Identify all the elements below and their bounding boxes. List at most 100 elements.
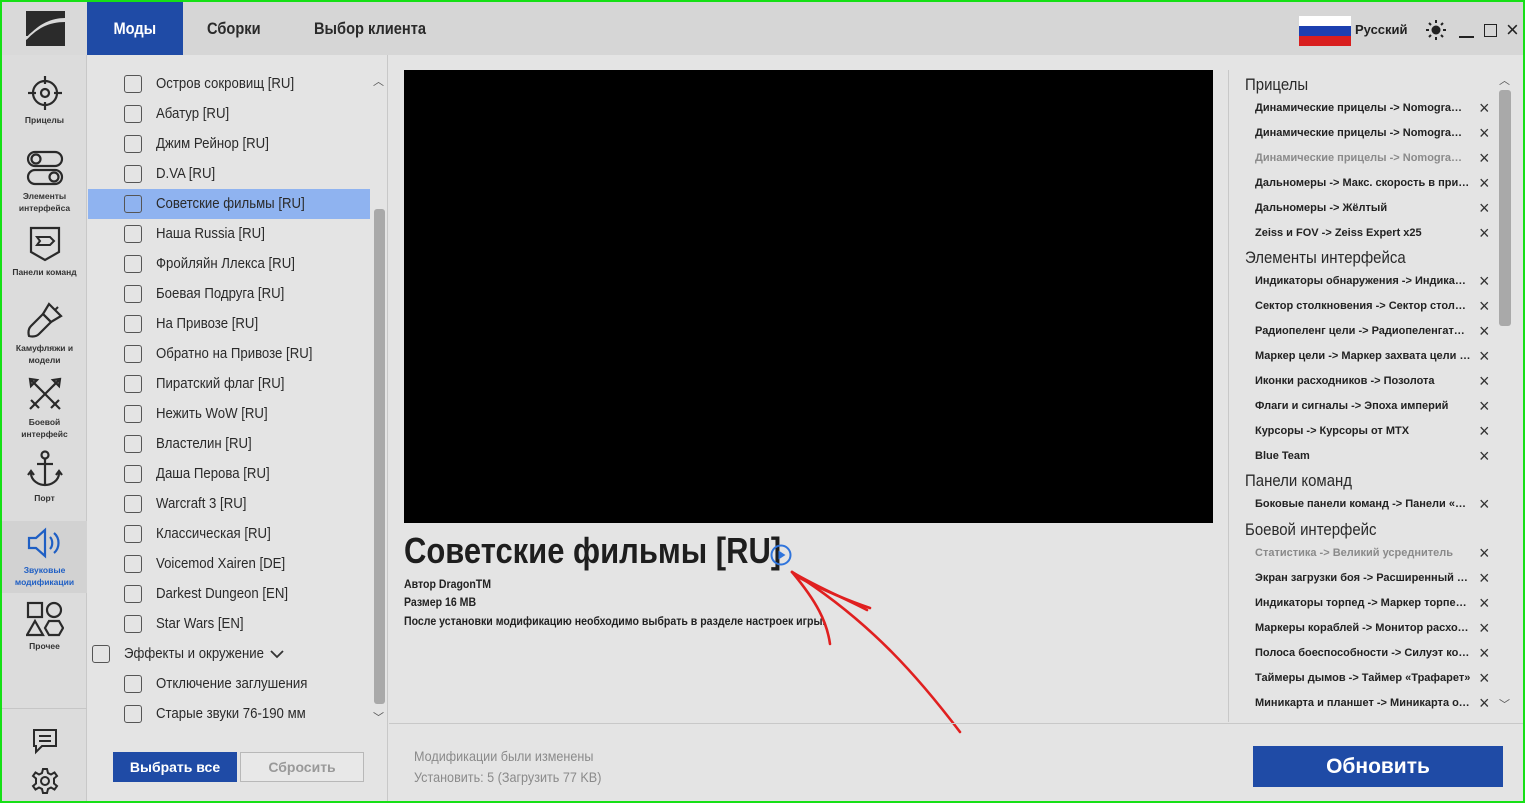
nav-item-sights[interactable]: Прицелы: [2, 75, 87, 126]
status-bar: Модификации были изменены Установить: 5 …: [389, 723, 1523, 801]
remove-icon[interactable]: ×: [1479, 644, 1490, 662]
list-item[interactable]: Warcraft 3 [RU]: [88, 489, 370, 519]
scroll-up-icon[interactable]: ︿: [373, 73, 384, 89]
checkbox[interactable]: [124, 615, 142, 633]
list-item[interactable]: Властелин [RU]: [88, 429, 370, 459]
checkbox[interactable]: [124, 345, 142, 363]
summary-scrollbar[interactable]: ︿ ﹀: [1498, 72, 1512, 712]
checkbox[interactable]: [124, 315, 142, 333]
summary-item: Таймеры дымов -> Таймер «Трафарет»: [1255, 672, 1471, 684]
remove-icon[interactable]: ×: [1479, 149, 1490, 167]
checkbox[interactable]: [124, 435, 142, 453]
checkbox[interactable]: [124, 225, 142, 243]
checkbox[interactable]: [124, 525, 142, 543]
select-all-button[interactable]: Выбрать все: [113, 752, 237, 782]
checkbox[interactable]: [124, 105, 142, 123]
list-item[interactable]: Джим Рейнор [RU]: [88, 129, 370, 159]
remove-icon[interactable]: ×: [1479, 372, 1490, 390]
reset-button[interactable]: Сбросить: [240, 752, 364, 782]
nav-item-camouflage[interactable]: Камуфляжи и модели: [2, 301, 87, 366]
checkbox[interactable]: [92, 645, 110, 663]
nav-item-command-panels[interactable]: Панели команд: [2, 225, 87, 278]
language-selector[interactable]: Русский: [1355, 22, 1408, 37]
remove-icon[interactable]: ×: [1479, 669, 1490, 687]
scroll-down-icon[interactable]: ﹀: [1499, 696, 1510, 712]
close-window-icon[interactable]: ×: [1506, 19, 1519, 41]
remove-icon[interactable]: ×: [1479, 544, 1490, 562]
remove-icon[interactable]: ×: [1479, 447, 1490, 465]
remove-icon[interactable]: ×: [1479, 272, 1490, 290]
video-preview[interactable]: [404, 70, 1213, 523]
remove-icon[interactable]: ×: [1479, 322, 1490, 340]
nav-item-battle-interface[interactable]: Боевой интерфейс: [2, 375, 87, 440]
list-item[interactable]: Остров сокровищ [RU]: [88, 69, 370, 99]
scroll-thumb[interactable]: [374, 209, 385, 704]
checkbox[interactable]: [124, 285, 142, 303]
list-item-selected[interactable]: Советские фильмы [RU]: [88, 189, 370, 219]
maximize-icon[interactable]: [1484, 24, 1497, 37]
list-scrollbar[interactable]: ︿ ﹀: [371, 69, 388, 725]
checkbox[interactable]: [124, 495, 142, 513]
checkbox[interactable]: [124, 405, 142, 423]
list-item[interactable]: Наша Russia [RU]: [88, 219, 370, 249]
list-item[interactable]: Абатур [RU]: [88, 99, 370, 129]
list-item[interactable]: Фройляйн Ллекса [RU]: [88, 249, 370, 279]
checkbox[interactable]: [124, 585, 142, 603]
list-item[interactable]: D.VA [RU]: [88, 159, 370, 189]
remove-icon[interactable]: ×: [1479, 594, 1490, 612]
checkbox[interactable]: [124, 75, 142, 93]
checkbox[interactable]: [124, 255, 142, 273]
remove-icon[interactable]: ×: [1479, 124, 1490, 142]
checkbox[interactable]: [124, 375, 142, 393]
update-button[interactable]: Обновить: [1253, 746, 1503, 787]
theme-toggle-icon[interactable]: [1425, 19, 1447, 46]
minimize-icon[interactable]: [1459, 36, 1474, 38]
tab-mods[interactable]: Моды: [87, 2, 183, 55]
list-item[interactable]: Классическая [RU]: [88, 519, 370, 549]
list-item[interactable]: Боевая Подруга [RU]: [88, 279, 370, 309]
checkbox[interactable]: [124, 555, 142, 573]
feedback-button[interactable]: [2, 727, 87, 755]
remove-icon[interactable]: ×: [1479, 397, 1490, 415]
checkbox[interactable]: [124, 135, 142, 153]
remove-icon[interactable]: ×: [1479, 422, 1490, 440]
remove-icon[interactable]: ×: [1479, 619, 1490, 637]
list-item[interactable]: Обратно на Привозе [RU]: [88, 339, 370, 369]
list-item[interactable]: Star Wars [EN]: [88, 609, 370, 639]
remove-icon[interactable]: ×: [1479, 99, 1490, 117]
list-item[interactable]: Нежить WoW [RU]: [88, 399, 370, 429]
list-item[interactable]: Voicemod Xairen [DE]: [88, 549, 370, 579]
list-item[interactable]: Darkest Dungeon [EN]: [88, 579, 370, 609]
checkbox[interactable]: [124, 675, 142, 693]
checkbox[interactable]: [124, 195, 142, 213]
scroll-up-icon[interactable]: ︿: [1499, 72, 1510, 88]
remove-icon[interactable]: ×: [1479, 495, 1490, 513]
checkbox[interactable]: [124, 705, 142, 723]
group-header-effects[interactable]: Эффекты и окружение: [88, 639, 370, 669]
remove-icon[interactable]: ×: [1479, 174, 1490, 192]
russia-flag-icon[interactable]: [1299, 16, 1351, 46]
remove-icon[interactable]: ×: [1479, 694, 1490, 712]
remove-icon[interactable]: ×: [1479, 347, 1490, 365]
remove-icon[interactable]: ×: [1479, 199, 1490, 217]
list-item[interactable]: Пиратский флаг [RU]: [88, 369, 370, 399]
list-item[interactable]: Старые звуки 76-190 мм: [88, 699, 370, 725]
nav-item-port[interactable]: Порт: [2, 449, 87, 504]
checkbox[interactable]: [124, 165, 142, 183]
remove-icon[interactable]: ×: [1479, 569, 1490, 587]
nav-item-interface[interactable]: Элементы интерфейса: [2, 149, 87, 214]
tab-client-select[interactable]: Выбор клиента: [314, 2, 426, 55]
tab-builds[interactable]: Сборки: [207, 2, 261, 55]
chevron-down-icon[interactable]: [269, 648, 285, 660]
checkbox[interactable]: [124, 465, 142, 483]
nav-item-sound-mods[interactable]: Звуковые модификации: [2, 521, 87, 593]
settings-button[interactable]: [2, 767, 87, 795]
list-item[interactable]: Даша Перова [RU]: [88, 459, 370, 489]
remove-icon[interactable]: ×: [1479, 297, 1490, 315]
nav-item-other[interactable]: Прочее: [2, 601, 87, 652]
list-item[interactable]: Отключение заглушения: [88, 669, 370, 699]
list-item[interactable]: На Привозе [RU]: [88, 309, 370, 339]
remove-icon[interactable]: ×: [1479, 224, 1490, 242]
scroll-down-icon[interactable]: ﹀: [373, 709, 384, 725]
scroll-thumb[interactable]: [1499, 90, 1511, 326]
